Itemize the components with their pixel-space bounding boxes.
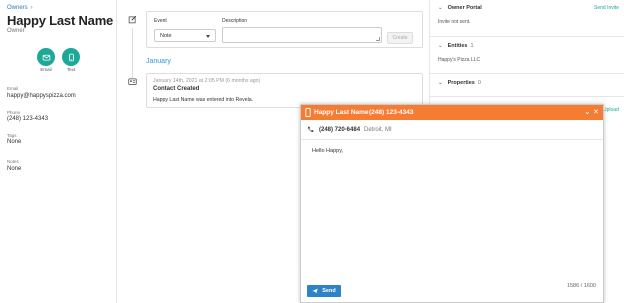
contact-role: Owner [7, 28, 25, 34]
text-action-label: Text [66, 67, 76, 72]
send-invite-link[interactable]: Send Invite [594, 5, 619, 11]
description-label: Description [222, 18, 248, 24]
sms-popup-header: Happy Last Name (248) 123-4343 ⌄ ✕ [301, 105, 603, 120]
phone-field-value[interactable]: (248) 123-4343 [7, 116, 48, 122]
timeline-line [132, 28, 133, 78]
timeline-month: January [146, 58, 171, 65]
paper-plane-icon [312, 288, 318, 294]
properties-section-toggle[interactable]: ⌄ Properties 0 [438, 80, 481, 86]
chevron-down-icon: ⌄ [438, 43, 443, 49]
email-field-value[interactable]: happy@happyspizza.com [7, 93, 76, 99]
contact-name: Happy Last Name [7, 13, 114, 28]
entities-section-toggle[interactable]: ⌄ Entities 1 [438, 43, 474, 49]
event-title: Contact Created [153, 86, 200, 92]
sms-popup-contact-name: Happy Last Name [314, 109, 369, 116]
upload-link[interactable]: Upload [603, 107, 619, 113]
email-action-label: Email [40, 67, 52, 72]
new-activity-form: Event Description Note Create [146, 11, 423, 48]
phone-field-label: Phone [7, 110, 21, 115]
tags-field-label: Tags [7, 133, 17, 138]
mail-icon [42, 54, 50, 61]
sms-message-input[interactable]: Hello Happy, [312, 148, 343, 154]
owner-portal-section-toggle[interactable]: ⌄ Owner Portal [438, 5, 482, 11]
email-action-button[interactable] [37, 48, 55, 66]
chevron-down-icon: ⌄ [438, 5, 443, 11]
event-label: Event [154, 18, 167, 24]
send-button-label: Send [322, 288, 336, 294]
notes-field-label: Notes [7, 159, 19, 164]
sms-from-number: (248) 720-6484 [319, 127, 361, 133]
phone-handset-icon [308, 126, 314, 132]
contact-card-icon [127, 76, 138, 87]
event-type-select[interactable]: Note [154, 29, 216, 42]
entities-title: Entities [447, 43, 468, 49]
properties-count: 0 [477, 80, 481, 86]
owner-portal-title: Owner Portal [447, 5, 482, 11]
event-body: Happy Last Name was entered into Revela. [153, 97, 254, 103]
create-button[interactable]: Create [387, 32, 413, 44]
chevron-down-icon [206, 35, 210, 38]
chevron-down-icon: ⌄ [438, 80, 443, 86]
sms-from-row: (248) 720-6484 Detroit, MI [301, 120, 603, 140]
close-icon[interactable]: ✕ [593, 108, 599, 116]
email-field-label: Email [7, 86, 19, 91]
event-type-value: Note [160, 33, 172, 39]
edit-icon [127, 14, 138, 25]
mobile-phone-icon [305, 108, 311, 117]
minimize-icon[interactable]: ⌄ [584, 107, 591, 116]
breadcrumb: Owners › [7, 5, 33, 11]
sms-from-location: Detroit, MI [364, 127, 392, 133]
event-date: January 14th, 2021 at 2:05 PM (6 months … [153, 78, 261, 84]
sms-popup: Happy Last Name (248) 123-4343 ⌄ ✕ (248)… [300, 104, 604, 303]
entities-count: 1 [470, 43, 474, 49]
owner-portal-status: Invite not sent. [438, 19, 471, 25]
properties-title: Properties [447, 80, 475, 86]
entity-item[interactable]: Happy's Pizza LLC [438, 57, 480, 63]
sms-popup-contact-phone: (248) 123-4343 [369, 109, 414, 116]
tags-field-value: None [7, 139, 22, 145]
character-counter: 1586 / 1600 [566, 283, 596, 289]
description-input[interactable] [222, 27, 382, 43]
divider [430, 36, 624, 37]
timeline-event-card: January 14th, 2021 at 2:05 PM (6 months … [146, 73, 423, 108]
contact-sidebar: Owners › Happy Last Name Owner Email Text… [0, 0, 117, 303]
breadcrumb-separator: › [30, 5, 33, 11]
divider [430, 73, 624, 74]
divider [430, 96, 624, 97]
phone-icon [68, 53, 74, 61]
breadcrumb-owners-link[interactable]: Owners [7, 5, 28, 11]
notes-field-value: None [7, 166, 22, 172]
send-button[interactable]: Send [307, 285, 341, 297]
resize-grip-icon[interactable] [376, 37, 380, 41]
text-action-button[interactable] [62, 48, 80, 66]
